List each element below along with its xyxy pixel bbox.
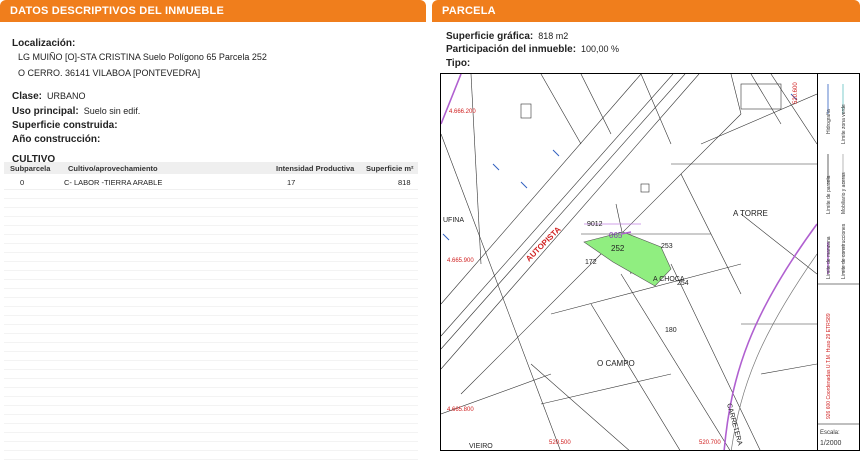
empty-table-row	[4, 379, 418, 388]
empty-table-row	[4, 451, 418, 460]
empty-table-row	[4, 442, 418, 451]
empty-table-row	[4, 244, 418, 253]
empty-table-row	[4, 415, 418, 424]
empty-table-row	[4, 334, 418, 343]
cell-cultivo: C- LABOR -TIERRA ARABLE	[64, 178, 163, 187]
empty-table-row	[4, 307, 418, 316]
cadastral-map[interactable]: AUTOPISTA A TORRE A CHOCA O CAMPO CARRET…	[440, 73, 860, 451]
empty-table-row	[4, 253, 418, 262]
label-autopista: AUTOPISTA	[524, 225, 563, 264]
label-ufina: UFINA	[443, 217, 464, 224]
legend-manzana: Límite de manzana	[826, 236, 832, 279]
clase-value: URBANO	[47, 91, 86, 101]
label-180: 180	[665, 327, 677, 334]
legend-parcela: Límite de parcela	[826, 175, 832, 214]
empty-table-row	[4, 226, 418, 235]
empty-table-row	[4, 190, 418, 199]
label-coord-x1: 520.500	[549, 440, 571, 446]
label-065: 065	[609, 231, 623, 240]
anio-label: Año construcción:	[12, 134, 101, 145]
parcela-header: PARCELA	[432, 0, 860, 22]
empty-table-row	[4, 370, 418, 379]
localizacion-line2: O CERRO. 36141 VILABOA [PONTEVEDRA]	[13, 63, 200, 81]
empty-table-row	[4, 235, 418, 244]
label-9012: 9012	[587, 221, 603, 228]
label-253: 253	[661, 243, 673, 250]
empty-table-row	[4, 208, 418, 217]
header-superficie: Superficie m²	[366, 164, 414, 173]
anio-row: Año construcción:	[12, 129, 100, 147]
label-coord-x3: 520.600	[793, 82, 799, 104]
legend-construcciones: Límite de construcciones	[841, 223, 847, 279]
empty-table-row	[4, 271, 418, 280]
empty-table-rows	[4, 190, 418, 460]
legend-zona-verde: Límite zona verde	[841, 104, 847, 144]
label-vieiro: VIEIRO	[469, 443, 493, 450]
empty-table-row	[4, 280, 418, 289]
participacion-row: Participación del inmueble: 100,00 %	[446, 39, 619, 57]
empty-table-row	[4, 217, 418, 226]
map-legend: Límite de manzana Límite de parcela Lími…	[817, 74, 859, 450]
cultivo-table-header: Subparcela Cultivo/aprovechamiento Inten…	[4, 162, 418, 174]
tipo-row: Tipo:	[446, 53, 470, 71]
localizacion-value-1: LG MUIÑO [O]-STA CRISTINA Suelo Polígono…	[18, 52, 267, 62]
participacion-value: 100,00 %	[581, 44, 620, 54]
descriptive-data-header: DATOS DESCRIPTIVOS DEL INMUEBLE	[0, 0, 426, 22]
empty-table-row	[4, 316, 418, 325]
empty-table-row	[4, 433, 418, 442]
legend-utm-note: 926 600 Coordenadas U.T.M. Huso 29 ETRS8…	[826, 313, 832, 419]
empty-table-row	[4, 361, 418, 370]
localizacion-value-2: O CERRO. 36141 VILABOA [PONTEVEDRA]	[18, 68, 201, 78]
label-a-torre: A TORRE	[733, 209, 768, 218]
map-legend-drawing: Límite de manzana Límite de parcela Lími…	[818, 84, 859, 447]
cultivo-table: Subparcela Cultivo/aprovechamiento Inten…	[4, 162, 418, 460]
cadastral-map-drawing: AUTOPISTA A TORRE A CHOCA O CAMPO CARRET…	[441, 74, 818, 450]
label-coord-x2: 520.700	[699, 440, 721, 446]
empty-table-row	[4, 406, 418, 415]
empty-table-row	[4, 424, 418, 433]
empty-table-row	[4, 325, 418, 334]
parcela-panel: PARCELA Superficie gráfica: 818 m2 Partic…	[432, 0, 860, 465]
label-coord-y2: 4.665.900	[447, 258, 474, 264]
cell-superficie: 818	[398, 178, 411, 187]
label-252: 252	[611, 244, 625, 253]
empty-table-row	[4, 199, 418, 208]
label-172: 172	[585, 259, 597, 266]
empty-table-row	[4, 298, 418, 307]
header-subparcela: Subparcela	[10, 164, 51, 173]
legend-hidrografia: Hidrografía	[826, 109, 832, 134]
empty-table-row	[4, 388, 418, 397]
label-o-campo: O CAMPO	[597, 359, 635, 368]
table-row: 0 C- LABOR -TIERRA ARABLE 17 818	[4, 174, 418, 190]
cell-subparcela: 0	[20, 178, 25, 187]
label-coord-y3: 4.665.800	[447, 407, 474, 413]
empty-table-row	[4, 262, 418, 271]
header-intensidad: Intensidad Productiva	[276, 164, 355, 173]
label-254: 254	[677, 280, 689, 287]
tipo-label: Tipo:	[446, 58, 471, 69]
cell-intensidad: 17	[287, 178, 296, 187]
label-coord-y1: 4.666.200	[449, 109, 476, 115]
descriptive-data-panel: DATOS DESCRIPTIVOS DEL INMUEBLE Localiza…	[0, 0, 426, 465]
hydrography-marks	[442, 93, 798, 241]
header-cultivo: Cultivo/aprovechamiento	[68, 164, 158, 173]
empty-table-row	[4, 343, 418, 352]
escala-label: Escala:	[820, 430, 840, 436]
empty-table-row	[4, 352, 418, 361]
legend-mobiliario: Mobiliario y aceras	[841, 172, 847, 214]
empty-table-row	[4, 397, 418, 406]
escala-value: 1/2000	[820, 440, 842, 447]
empty-table-row	[4, 289, 418, 298]
